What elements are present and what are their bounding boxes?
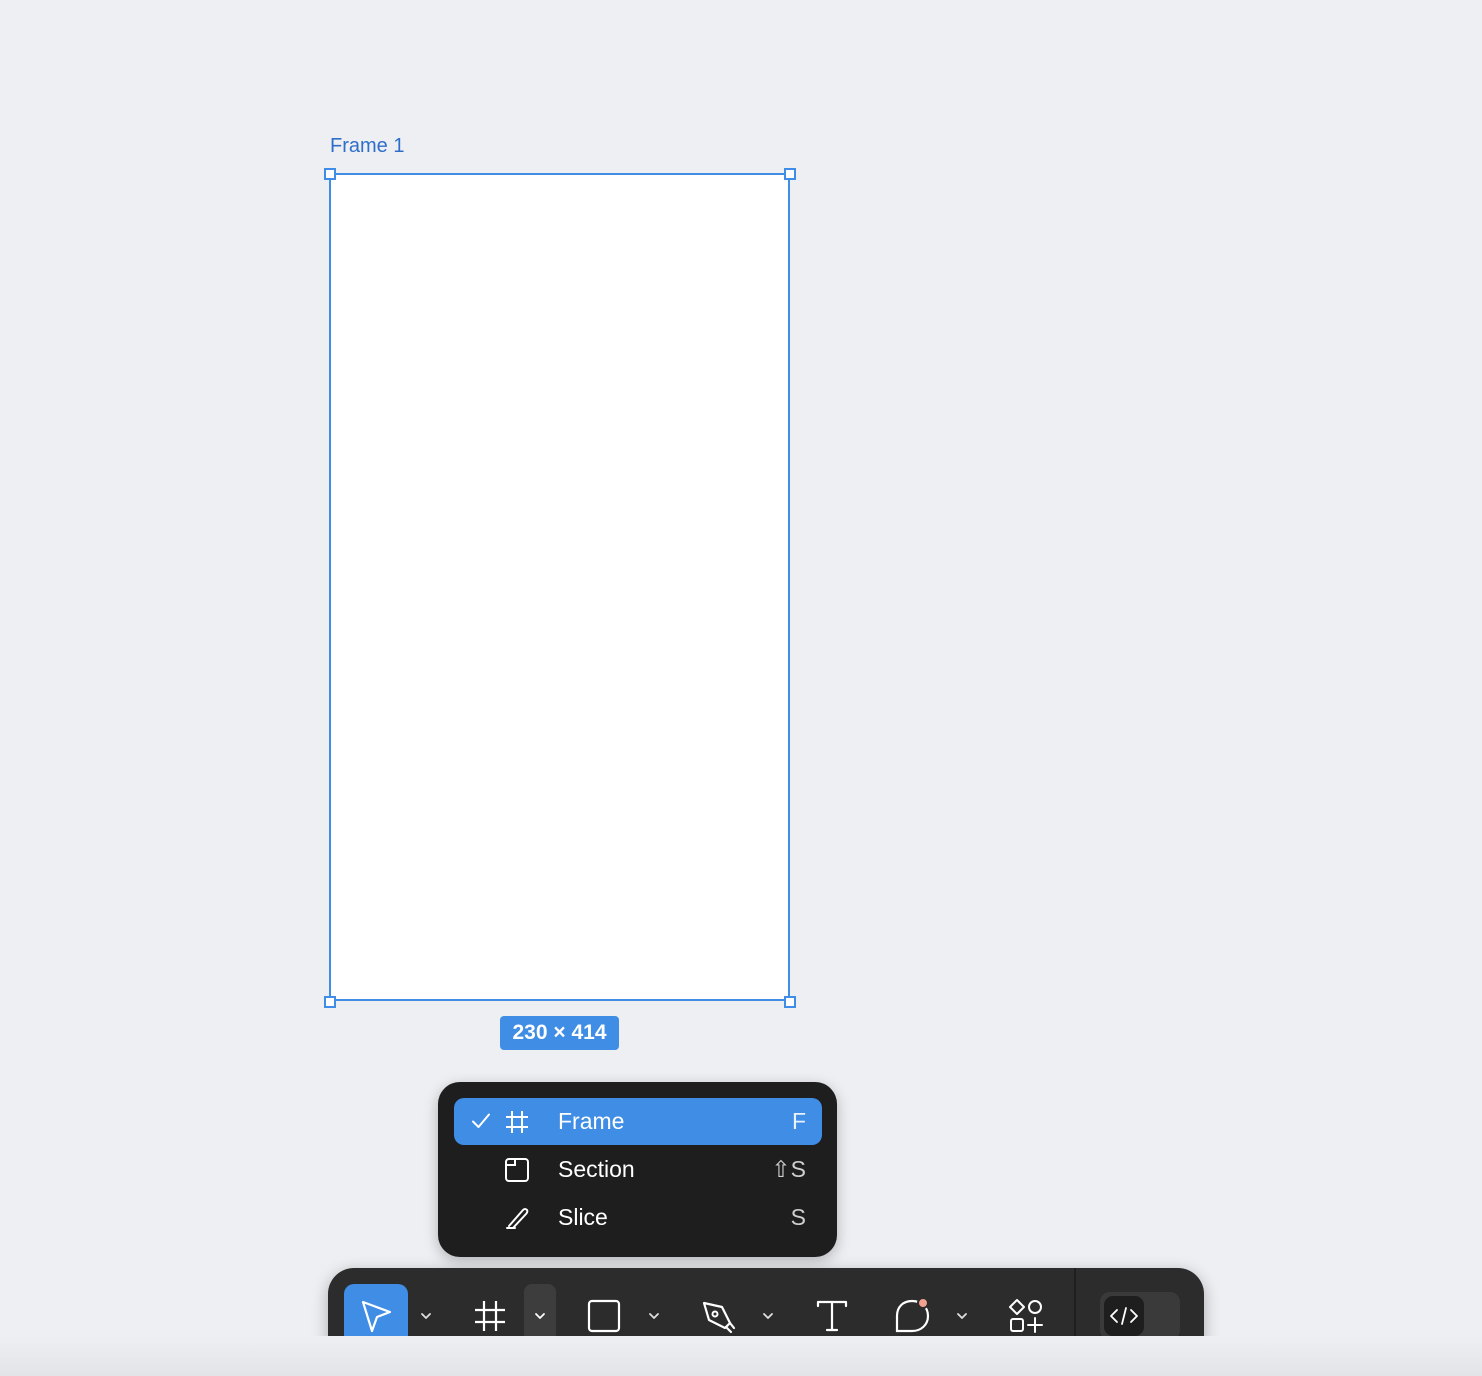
chevron-down-icon [649,1313,659,1319]
pen-nib-icon [702,1301,736,1334]
chevron-down-icon [763,1313,773,1319]
menu-item-label: Frame [558,1108,625,1134]
slice-icon [506,1208,529,1229]
resize-handle-top-right[interactable] [784,168,796,180]
frame-tool-menu: Frame F Section ⇧S Slice S [438,1082,837,1257]
menu-item-section[interactable]: Section ⇧S [454,1146,822,1193]
menu-item-shortcut: F [791,1108,806,1134]
menu-item-shortcut: S [790,1204,806,1230]
menu-item-frame[interactable]: Frame F [454,1098,822,1145]
menu-item-shortcut: ⇧S [771,1156,806,1182]
comment-bubble-icon [895,1297,930,1333]
frame-icon [475,1301,505,1331]
shapes-plus-icon [1009,1299,1043,1333]
chevron-down-icon [421,1313,431,1319]
section-icon [505,1158,529,1182]
frame-name-label[interactable]: Frame 1 [330,133,404,159]
frame-size-badge: 230 × 414 [500,1016,619,1050]
text-t-icon [816,1300,848,1332]
code-brackets-icon [1110,1307,1138,1325]
design-canvas[interactable]: Frame 1 230 × 414 Frame F Section ⇧S Sli… [0,0,1482,1376]
menu-item-slice[interactable]: Slice S [454,1194,822,1241]
resize-handle-bottom-right[interactable] [784,996,796,1008]
chevron-down-icon [957,1313,967,1319]
dev-mode-toggle-knob [1104,1296,1144,1336]
resize-handle-top-left[interactable] [324,168,336,180]
cursor-arrow-icon [361,1300,392,1333]
chevron-down-icon [535,1313,545,1319]
frame-1[interactable] [329,173,790,1001]
menu-item-label: Section [558,1156,635,1182]
checkmark-icon [472,1113,490,1128]
dev-mode-toggle[interactable] [1100,1292,1180,1340]
rectangle-icon [587,1299,621,1333]
resize-handle-bottom-left[interactable] [324,996,336,1008]
frame-icon [506,1111,528,1133]
menu-item-label: Slice [558,1204,608,1230]
canvas-bottom-edge [0,1336,1482,1376]
